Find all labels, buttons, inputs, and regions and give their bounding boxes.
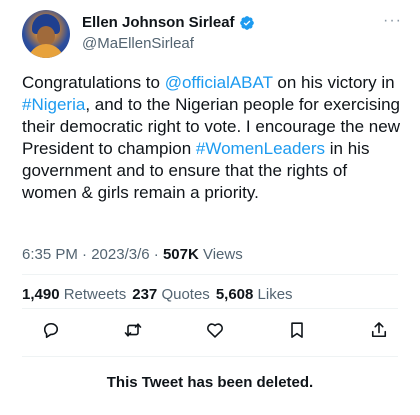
quotes-label: Quotes [157,286,210,303]
tweet-text: Congratulations to @officialABAT on his … [22,72,402,204]
like-icon [207,323,223,338]
likes-stat[interactable]: 5,608 Likes [216,286,293,303]
tweet-header: Ellen Johnson Sirleaf @MaEllenSirleaf ··… [22,10,402,60]
quotes-count: 237 [132,286,158,303]
tweet-card: Ellen Johnson Sirleaf @MaEllenSirleaf ··… [0,0,420,415]
views-count: 507K [162,246,199,263]
action-bar [40,318,390,342]
retweets-count: 1,490 [22,286,60,303]
retweet-button[interactable] [122,319,144,341]
tweet-link[interactable]: #WomenLeaders [196,139,325,158]
tweet-text-segment: on his victory in [272,73,395,92]
likes-count: 5,608 [215,286,254,303]
tweet-date[interactable]: 2023/3/6 [91,246,149,263]
tweet-text-segment: Congratulations to [22,73,165,92]
author-handle[interactable]: @MaEllenSirleaf [82,35,194,52]
like-button[interactable] [204,319,226,341]
tweet-meta: 6:35 PM · 2023/3/6 · 507K Views [22,246,243,263]
reply-icon [43,322,59,339]
reply-button[interactable] [40,319,62,341]
meta-separator: · [149,246,163,263]
bookmark-button[interactable] [286,319,308,341]
quotes-stat[interactable]: 237 Quotes [132,286,210,303]
avatar[interactable] [22,10,70,58]
retweets-label: Retweets [59,286,127,303]
avatar-body [28,44,64,58]
share-button[interactable] [368,319,390,341]
retweets-stat[interactable]: 1,490 Retweets [22,286,126,303]
divider [22,356,398,357]
retweet-icon [124,323,142,337]
share-icon [371,322,387,338]
avatar-face [37,26,55,46]
tweet-link[interactable]: #Nigeria [22,95,85,114]
bookmark-icon [291,322,303,338]
name-row: Ellen Johnson Sirleaf [82,14,255,31]
author-display-name[interactable]: Ellen Johnson Sirleaf [82,14,235,31]
tweet-stats: 1,490 Retweets 237 Quotes 5,608 Likes [22,286,293,303]
tweet-time[interactable]: 6:35 PM [22,246,78,263]
tweet-link[interactable]: @officialABAT [165,73,273,92]
divider [22,274,398,275]
views-label: Views [198,246,243,263]
deleted-notice: This Tweet has been deleted. [106,374,314,391]
more-options-icon[interactable]: ··· [383,12,402,30]
divider [22,308,398,309]
verified-badge-icon [239,15,254,30]
meta-separator: · [77,246,92,263]
likes-label: Likes [253,286,293,303]
